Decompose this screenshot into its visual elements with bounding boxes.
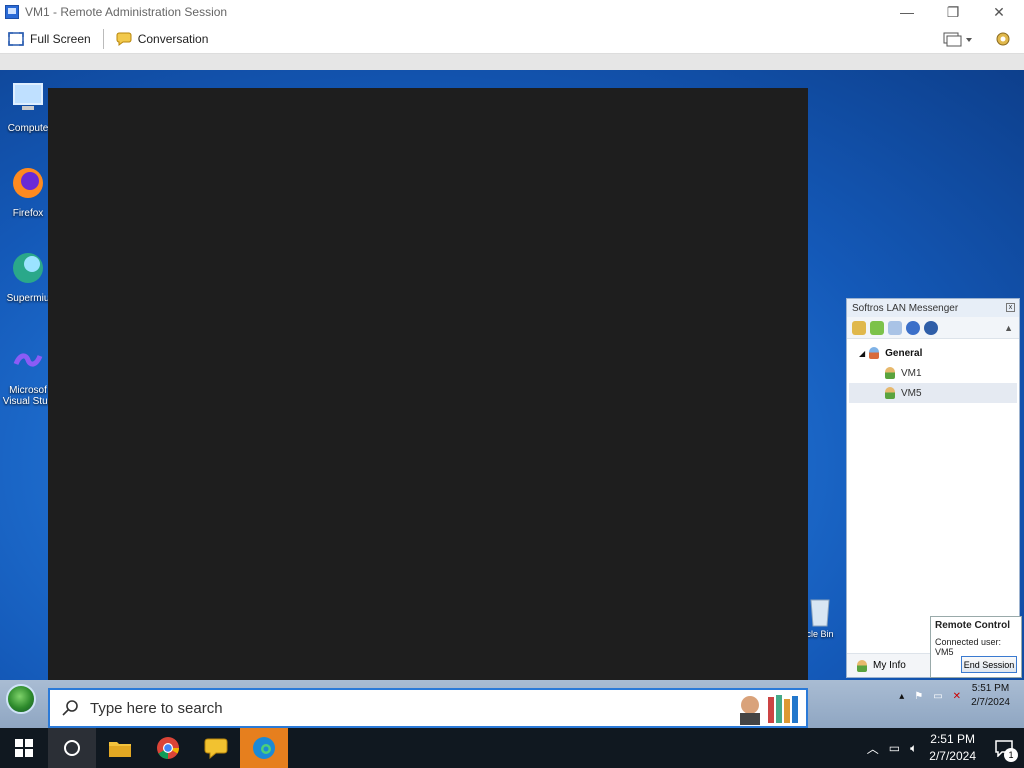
contact-row[interactable]: VM1 bbox=[849, 363, 1017, 383]
host-clock-date: 2/7/2024 bbox=[929, 749, 976, 763]
title-bar: VM1 - Remote Administration Session — ❐ … bbox=[0, 0, 1024, 24]
cortana-button[interactable] bbox=[48, 728, 96, 768]
full-screen-icon bbox=[8, 31, 24, 46]
user-icon bbox=[885, 367, 895, 379]
user-icon bbox=[885, 387, 895, 399]
cortana-icon bbox=[64, 740, 80, 756]
tray-chevron-icon[interactable]: ▴ bbox=[899, 691, 904, 702]
remote-admin-icon bbox=[5, 5, 19, 19]
windows-icon bbox=[15, 739, 33, 757]
edge-icon bbox=[253, 737, 275, 759]
volume-icon[interactable]: 🔈︎ bbox=[910, 741, 917, 756]
remote-desktop[interactable]: Compute Firefox Supermiu Microsof Visual… bbox=[0, 70, 1024, 728]
visual-studio-icon bbox=[13, 353, 43, 367]
open-icon[interactable] bbox=[870, 320, 884, 335]
search-icon bbox=[62, 700, 78, 716]
remote-start-button[interactable] bbox=[6, 684, 36, 714]
file-explorer-button[interactable] bbox=[96, 728, 144, 768]
end-session-button[interactable]: End Session bbox=[961, 656, 1017, 673]
conversation-button[interactable]: Conversation bbox=[108, 27, 217, 51]
remote-clock[interactable]: 5:51 PM 2/7/2024 bbox=[971, 682, 1010, 710]
softros-toolbar: ▲ bbox=[847, 317, 1019, 339]
my-info-icon bbox=[857, 659, 867, 672]
remote-clock-date: 2/7/2024 bbox=[971, 697, 1010, 708]
remote-clock-time: 5:51 PM bbox=[971, 683, 1010, 694]
network-icon[interactable]: ▭ bbox=[889, 741, 900, 755]
computer-icon bbox=[13, 83, 43, 110]
toolbar-gap bbox=[0, 54, 1024, 70]
settings-icon[interactable] bbox=[852, 320, 866, 335]
host-taskbar: ︿ ▭ 🔈︎ 2:51 PM 2/7/2024 1 bbox=[0, 728, 1024, 768]
remote-tray: ▴ ⚑ ▭ ✕ 5:51 PM 2/7/2024 bbox=[899, 682, 1010, 710]
show-hidden-icons-icon[interactable]: ︿ bbox=[867, 740, 879, 757]
volume-muted-icon[interactable]: ✕ bbox=[953, 691, 961, 702]
collapse-icon[interactable]: ▲ bbox=[1004, 323, 1013, 333]
gear-icon bbox=[996, 32, 1010, 46]
host-clock-time: 2:51 PM bbox=[930, 732, 975, 746]
remote-control-title: Remote Control bbox=[935, 620, 1010, 631]
connected-user-value: VM5 bbox=[935, 647, 954, 657]
softros-title: Softros LAN Messenger bbox=[852, 302, 959, 314]
recycle-bin-icon bbox=[810, 599, 830, 627]
edge-button[interactable] bbox=[240, 728, 288, 768]
chrome-button[interactable] bbox=[144, 728, 192, 768]
info-icon[interactable] bbox=[924, 320, 938, 335]
restore-button[interactable]: ❐ bbox=[930, 0, 976, 24]
blank-window[interactable] bbox=[48, 88, 808, 688]
display-select-button[interactable] bbox=[942, 30, 972, 51]
start-button[interactable] bbox=[0, 728, 48, 768]
search-bar[interactable] bbox=[48, 688, 808, 728]
action-center-button[interactable]: 1 bbox=[984, 728, 1024, 768]
supermium-icon bbox=[13, 253, 43, 283]
flag-icon[interactable]: ⚑ bbox=[914, 691, 923, 702]
my-info-label: My Info bbox=[873, 660, 906, 671]
chrome-icon bbox=[157, 737, 179, 759]
history-icon[interactable] bbox=[888, 320, 902, 335]
full-screen-label: Full Screen bbox=[30, 31, 91, 46]
conversation-label: Conversation bbox=[137, 31, 209, 46]
messenger-button[interactable] bbox=[192, 728, 240, 768]
chat-bubble-icon bbox=[204, 738, 228, 759]
folder-icon bbox=[109, 742, 131, 757]
full-screen-button[interactable]: Full Screen bbox=[0, 27, 99, 51]
network-icon[interactable]: ▭ bbox=[933, 691, 942, 702]
remote-session-window: VM1 - Remote Administration Session — ❐ … bbox=[0, 0, 1024, 768]
toolbar-separator bbox=[102, 28, 104, 49]
softros-close-icon[interactable]: x bbox=[1006, 303, 1015, 312]
search-input[interactable] bbox=[90, 699, 734, 717]
group-name: General bbox=[885, 347, 923, 359]
help-icon[interactable] bbox=[906, 320, 920, 335]
contact-name: VM5 bbox=[901, 387, 922, 399]
monitor-icon bbox=[943, 32, 972, 47]
softros-header: Softros LAN Messenger x bbox=[847, 299, 1019, 317]
group-row[interactable]: ◢ General bbox=[849, 343, 1017, 363]
settings-button[interactable] bbox=[994, 30, 1012, 51]
expand-icon[interactable]: ◢ bbox=[859, 349, 865, 358]
remote-control-popup: Remote Control Connected user: VM5 End S… bbox=[930, 616, 1022, 678]
group-icon bbox=[869, 347, 880, 359]
session-toolbar: Full Screen Conversation bbox=[0, 24, 1024, 54]
host-clock[interactable]: 2:51 PM 2/7/2024 bbox=[929, 731, 976, 765]
window-title: VM1 - Remote Administration Session bbox=[25, 5, 228, 19]
conversation-icon bbox=[116, 32, 132, 46]
host-tray: ︿ ▭ 🔈︎ 2:51 PM 2/7/2024 1 bbox=[867, 728, 1024, 768]
contact-name: VM1 bbox=[901, 367, 922, 379]
contact-list: ◢ General VM1 VM5 bbox=[847, 339, 1019, 407]
search-highlight-icon bbox=[740, 695, 798, 725]
contact-row[interactable]: VM5 bbox=[849, 383, 1017, 403]
connected-user-label: Connected user: bbox=[935, 637, 1002, 647]
connected-user-line: Connected user: VM5 bbox=[935, 637, 1017, 657]
minimize-button[interactable]: — bbox=[884, 0, 930, 24]
close-button[interactable]: ✕ bbox=[976, 0, 1022, 24]
firefox-icon bbox=[13, 168, 43, 198]
notification-count: 1 bbox=[1004, 748, 1018, 762]
